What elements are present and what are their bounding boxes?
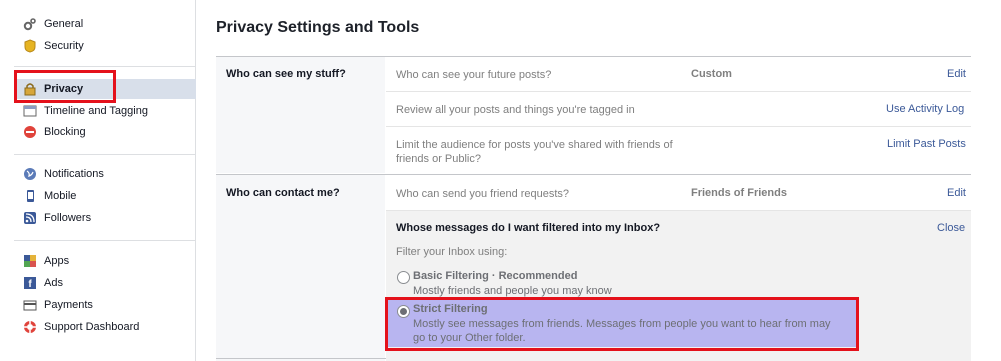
sidebar-item-label: Notifications bbox=[44, 168, 104, 180]
rss-icon bbox=[22, 210, 38, 226]
option-description: Mostly friends and people you may know bbox=[413, 285, 612, 297]
ads-icon: f bbox=[22, 275, 38, 291]
basic-filtering-radio[interactable] bbox=[397, 271, 410, 284]
row-question: Review all your posts and things you're … bbox=[396, 104, 635, 116]
sidebar-item-label: Apps bbox=[44, 255, 70, 267]
sidebar-divider bbox=[14, 66, 196, 67]
sidebar-divider bbox=[14, 240, 196, 241]
limit-past-posts-link[interactable]: Limit Past Posts bbox=[887, 138, 966, 150]
block-icon bbox=[22, 124, 38, 140]
sidebar-item-timeline-and-tagging[interactable]: Timeline and Tagging bbox=[14, 101, 196, 121]
privacy-highlight-box bbox=[14, 70, 116, 103]
lifebuoy-icon bbox=[22, 319, 38, 335]
sidebar-item-label: Ads bbox=[44, 277, 63, 289]
row-question: Who can send you friend requests? bbox=[396, 188, 570, 200]
section-label-who-can-contact: Who can contact me? bbox=[226, 187, 340, 199]
sidebar-item-label: Mobile bbox=[44, 190, 77, 202]
page-title: Privacy Settings and Tools bbox=[216, 19, 420, 36]
settings-sidebar: General Security Privacy Timeline and Ta… bbox=[0, 0, 196, 361]
sidebar-item-label: General bbox=[44, 18, 84, 30]
strict-filtering-highlight-box bbox=[385, 297, 859, 351]
sidebar-item-security[interactable]: Security bbox=[14, 36, 196, 56]
edit-future-posts-link[interactable]: Edit bbox=[947, 68, 966, 80]
option-title: Basic Filtering · Recommended bbox=[413, 270, 578, 282]
row-divider bbox=[386, 91, 971, 92]
row-question: Who can see your future posts? bbox=[396, 69, 552, 81]
sidebar-item-label: Blocking bbox=[44, 126, 86, 138]
sidebar-item-mobile[interactable]: Mobile bbox=[14, 186, 196, 206]
sidebar-item-label: Timeline and Tagging bbox=[44, 105, 148, 117]
section-label-bg bbox=[216, 175, 385, 361]
apps-icon bbox=[22, 253, 38, 269]
filter-panel-title: Whose messages do I want filtered into m… bbox=[396, 222, 661, 234]
sidebar-item-notifications[interactable]: Notifications bbox=[14, 164, 196, 184]
sidebar-item-label: Payments bbox=[44, 299, 93, 311]
timeline-icon bbox=[22, 103, 38, 119]
mobile-icon bbox=[22, 188, 38, 204]
section-label-who-can-see: Who can see my stuff? bbox=[226, 68, 346, 80]
sidebar-item-label: Support Dashboard bbox=[44, 321, 140, 333]
card-icon bbox=[22, 297, 38, 313]
globe-icon bbox=[22, 166, 38, 182]
gear-icon bbox=[22, 16, 38, 32]
badge-icon bbox=[22, 38, 38, 54]
sidebar-item-apps[interactable]: Apps bbox=[14, 251, 196, 271]
sidebar-item-blocking[interactable]: Blocking bbox=[14, 122, 196, 142]
use-activity-log-link[interactable]: Use Activity Log bbox=[886, 103, 964, 115]
sidebar-item-general[interactable]: General bbox=[14, 14, 196, 34]
filter-panel-subtitle: Filter your Inbox using: bbox=[396, 246, 508, 258]
edit-friend-requests-link[interactable]: Edit bbox=[947, 187, 966, 199]
sidebar-item-label: Security bbox=[44, 40, 84, 52]
sidebar-item-ads[interactable]: f Ads bbox=[14, 273, 196, 293]
sidebar-item-label: Followers bbox=[44, 212, 92, 224]
sidebar-item-payments[interactable]: Payments bbox=[14, 295, 196, 315]
sidebar-item-support-dashboard[interactable]: Support Dashboard bbox=[14, 317, 196, 337]
row-divider bbox=[386, 126, 971, 127]
sidebar-divider bbox=[14, 154, 196, 155]
row-value: Custom bbox=[691, 68, 732, 80]
close-button[interactable]: Close bbox=[937, 222, 965, 234]
sidebar-item-followers[interactable]: Followers bbox=[14, 208, 196, 228]
row-question: Limit the audience for posts you've shar… bbox=[396, 139, 673, 165]
row-value: Friends of Friends bbox=[691, 187, 787, 199]
